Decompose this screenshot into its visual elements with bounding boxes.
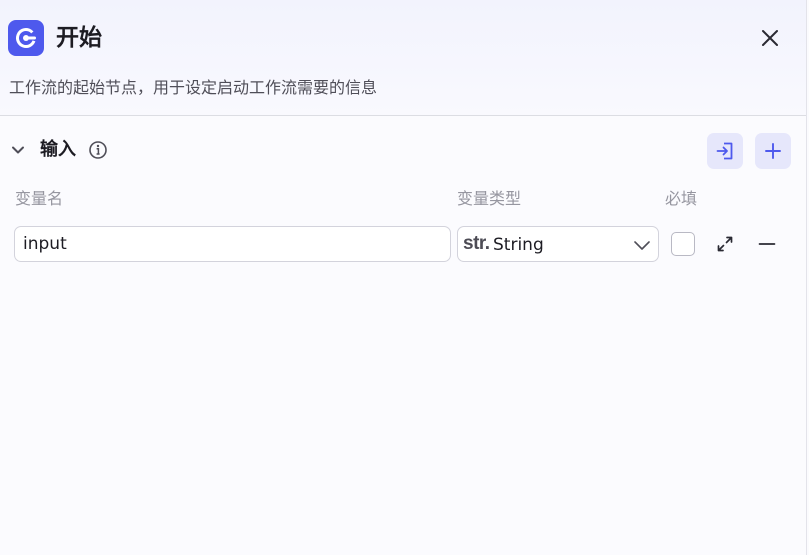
panel-header: 开始 工作流的起始节点，用于设定启动工作流需要的信息 [0,0,806,116]
add-variable-button[interactable] [755,133,791,169]
chevron-down-icon [632,235,652,255]
chevron-down-icon [12,146,24,154]
close-icon [762,30,778,46]
node-description: 工作流的起始节点，用于设定启动工作流需要的信息 [9,78,378,97]
inputs-section-header: 输入 [0,130,806,170]
column-header-name: 变量名 [15,189,64,208]
expand-icon [717,236,733,252]
variable-type-select[interactable]: str. String [457,226,659,262]
collapse-toggle[interactable] [8,140,28,160]
column-header-required: 必填 [665,189,698,208]
info-icon[interactable] [88,140,108,160]
minus-icon [758,243,776,245]
remove-variable-button[interactable] [756,233,778,255]
start-node-icon [8,20,44,56]
import-icon [716,142,733,160]
variable-type-value: String [493,235,544,255]
node-title: 开始 [56,25,102,51]
expand-button[interactable] [714,233,736,255]
close-button[interactable] [754,22,786,54]
variable-name-input[interactable] [14,226,451,262]
column-header-type: 变量类型 [457,189,522,208]
type-prefix-icon: str. [463,233,490,254]
plus-icon [765,143,781,159]
section-title: 输入 [40,139,76,160]
start-node-panel: 开始 工作流的起始节点，用于设定启动工作流需要的信息 输入 变量名 变量类型 必… [0,0,807,555]
import-button[interactable] [707,133,743,169]
required-checkbox[interactable] [671,232,695,256]
